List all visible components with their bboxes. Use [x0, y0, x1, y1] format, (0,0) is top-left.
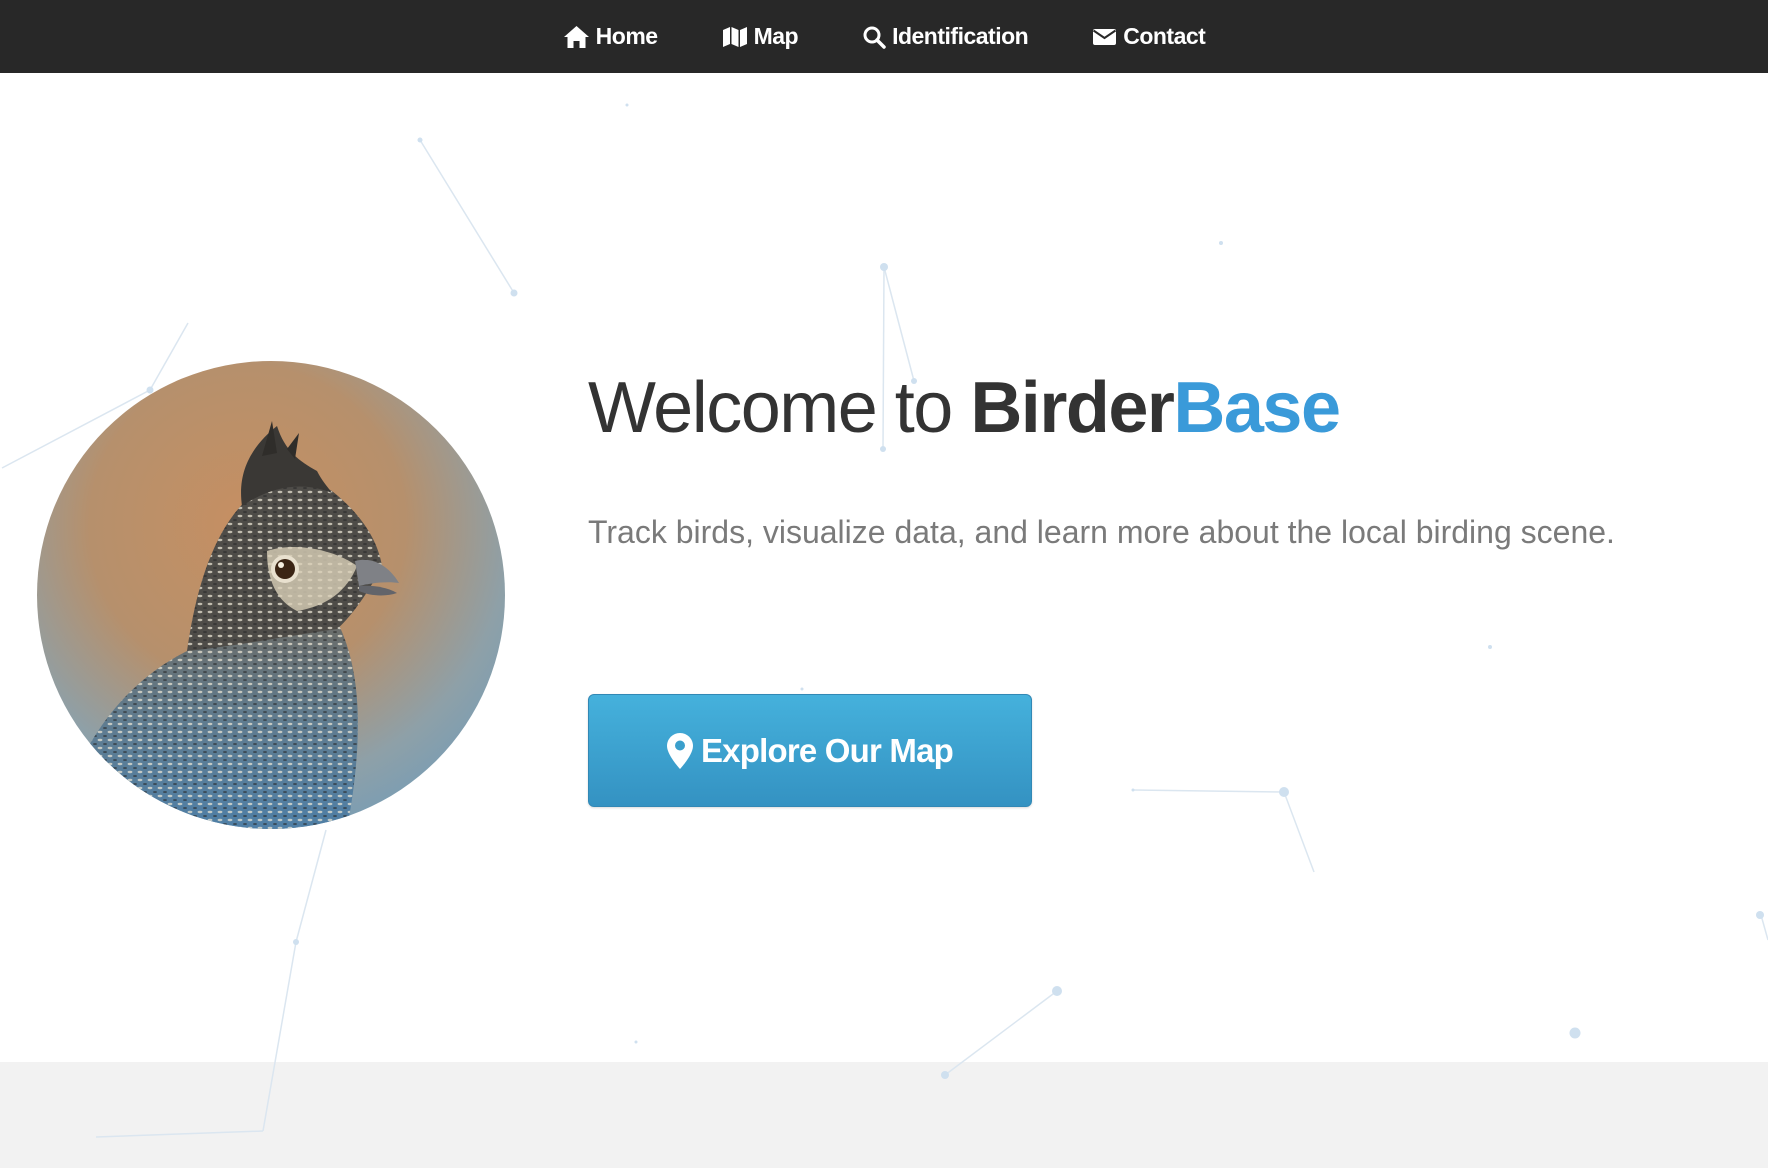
explore-map-label: Explore Our Map [700, 731, 954, 769]
map-marker-icon [666, 732, 693, 769]
title-prefix: Welcome to [588, 368, 971, 448]
nav-item-label: Identification [892, 23, 1029, 49]
map-icon [722, 26, 747, 47]
nav-item-contact[interactable]: Contact [1092, 0, 1206, 73]
envelope-icon [1093, 28, 1117, 45]
nav-item-identification[interactable]: Identification [862, 0, 1029, 73]
hero-tagline: Track birds, visualize data, and learn m… [588, 514, 1615, 550]
nav-item-home[interactable]: Home [563, 0, 658, 73]
brand-name-second: Base [1173, 368, 1341, 448]
home-icon [563, 25, 589, 48]
nav-menu: Home Map Identification Contact [0, 0, 1768, 73]
top-navbar: Home Map Identification Contact [0, 0, 1768, 73]
nav-item-map[interactable]: Map [722, 0, 799, 73]
nav-item-label: Map [753, 23, 799, 49]
explore-map-button[interactable]: Explore Our Map [588, 694, 1032, 807]
page: Home Map Identification Contact Welcome … [0, 0, 1768, 1168]
search-icon [863, 26, 886, 49]
ruffed-grouse-image [37, 361, 505, 829]
bird-photo [37, 361, 505, 829]
nav-item-label: Home [595, 23, 658, 49]
brand-name-first: Birder [970, 368, 1175, 448]
hero-title: Welcome to BirderBase [588, 366, 1341, 450]
nav-item-label: Contact [1123, 23, 1206, 49]
